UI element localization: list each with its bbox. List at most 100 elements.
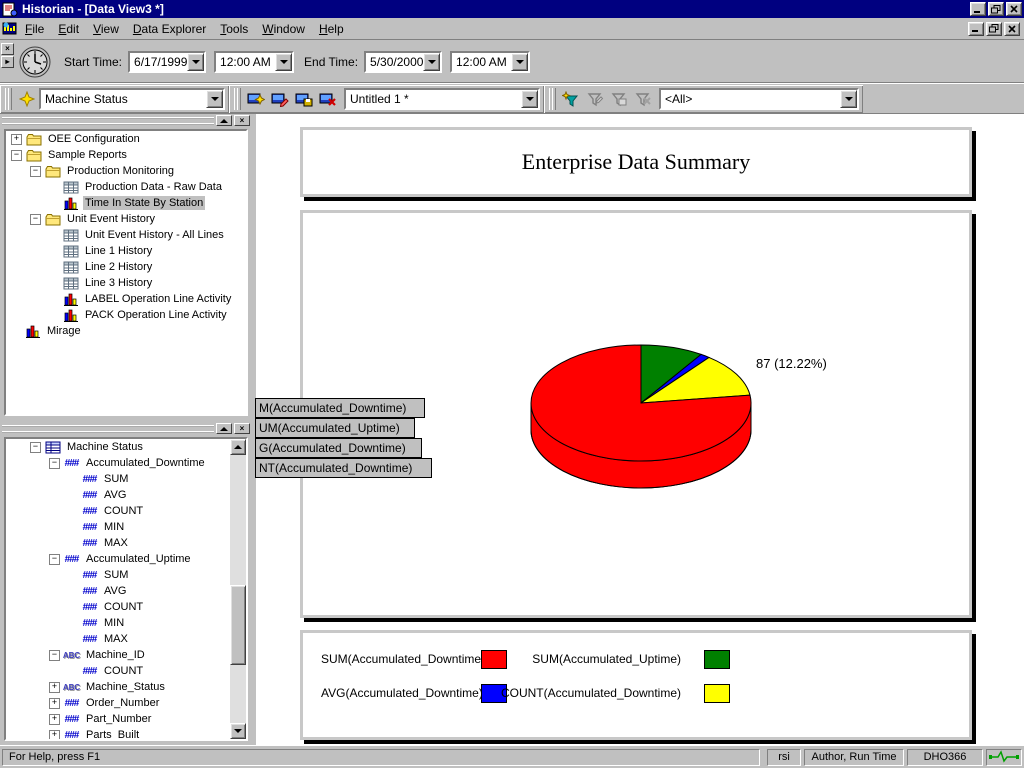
- tree-expander[interactable]: −: [30, 442, 41, 453]
- view-edit-icon[interactable]: [269, 88, 291, 110]
- tree-expander[interactable]: −: [49, 458, 60, 469]
- field-item-sum[interactable]: ### SUM: [6, 471, 246, 487]
- view-combo[interactable]: Untitled 1 *: [344, 88, 540, 110]
- tree-item-oee-configuration[interactable]: + OEE Configuration: [6, 131, 246, 147]
- field-item-count[interactable]: ### COUNT: [6, 503, 246, 519]
- chevron-down-icon[interactable]: [840, 90, 857, 108]
- view-new-icon[interactable]: [245, 88, 267, 110]
- menu-tools[interactable]: Tools: [213, 19, 255, 39]
- field-item-min[interactable]: ### MIN: [6, 519, 246, 535]
- dataset-combo[interactable]: Machine Status: [39, 88, 225, 110]
- tree-expander[interactable]: +: [49, 682, 60, 693]
- menu-window[interactable]: Window: [255, 19, 312, 39]
- close-button[interactable]: [1006, 2, 1022, 16]
- tree-item-pack-operation-line-activity[interactable]: PACK Operation Line Activity: [6, 307, 246, 323]
- menu-view[interactable]: View: [86, 19, 126, 39]
- tree-item-production-data-raw-data[interactable]: Production Data - Raw Data: [6, 179, 246, 195]
- tree-item-time-in-state-by-station[interactable]: Time In State By Station: [6, 195, 246, 211]
- filter-new-icon[interactable]: [560, 88, 582, 110]
- child-restore-button[interactable]: [986, 22, 1002, 36]
- field-item-count[interactable]: ### COUNT: [6, 599, 246, 615]
- menu-file[interactable]: File: [18, 19, 51, 39]
- toolbar-close-button[interactable]: ×: [1, 43, 14, 55]
- field-item-sum[interactable]: ### SUM: [6, 567, 246, 583]
- tree-expander[interactable]: +: [49, 730, 60, 741]
- pane-grip[interactable]: [2, 425, 214, 433]
- series-callout: G(Accumulated_Downtime): [255, 438, 422, 458]
- tree-item-sample-reports[interactable]: − Sample Reports: [6, 147, 246, 163]
- tree-item-unit-event-history-all-lines[interactable]: Unit Event History - All Lines: [6, 227, 246, 243]
- tree-expander[interactable]: −: [49, 554, 60, 565]
- end-date-combo[interactable]: 5/30/2000: [364, 51, 442, 73]
- tree-item-mirage[interactable]: Mirage: [6, 323, 246, 339]
- tree-expander[interactable]: −: [49, 650, 60, 661]
- chevron-down-icon[interactable]: [187, 53, 204, 71]
- view-delete-icon[interactable]: [317, 88, 339, 110]
- start-clock-combo[interactable]: 12:00 AM: [214, 51, 294, 73]
- view-save-icon[interactable]: [293, 88, 315, 110]
- pane-close-button[interactable]: ×: [234, 115, 250, 126]
- tree-expander[interactable]: +: [49, 698, 60, 709]
- toolbar-expand-button[interactable]: ▸: [1, 56, 14, 68]
- tree-expander[interactable]: +: [49, 714, 60, 725]
- filter-combo[interactable]: <All>: [659, 88, 859, 110]
- menu-edit[interactable]: Edit: [51, 19, 86, 39]
- field-item-accumulated-downtime[interactable]: −### Accumulated_Downtime: [6, 455, 246, 471]
- report-pane-header[interactable]: ×: [0, 114, 252, 127]
- tree-expander[interactable]: +: [11, 134, 22, 145]
- chevron-down-icon[interactable]: [521, 90, 538, 108]
- filter-edit-icon[interactable]: [584, 88, 606, 110]
- chevron-down-icon[interactable]: [275, 53, 292, 71]
- chevron-down-icon[interactable]: [206, 90, 223, 108]
- field-item-machine-status[interactable]: +ABC Machine_Status: [6, 679, 246, 695]
- start-date-combo[interactable]: 6/17/1999: [128, 51, 206, 73]
- field-item-part-number[interactable]: +### Part_Number: [6, 711, 246, 727]
- scroll-up-button[interactable]: [230, 439, 246, 455]
- chevron-down-icon[interactable]: [511, 53, 528, 71]
- field-item-accumulated-uptime[interactable]: −### Accumulated_Uptime: [6, 551, 246, 567]
- filter-save-icon[interactable]: [608, 88, 630, 110]
- title-bar: Historian - [Data View3 *]: [0, 0, 1024, 18]
- scroll-down-button[interactable]: [230, 723, 246, 739]
- menu-data-explorer[interactable]: Data Explorer: [126, 19, 213, 39]
- tree-expander[interactable]: −: [30, 214, 41, 225]
- field-item-max[interactable]: ### MAX: [6, 631, 246, 647]
- end-clock-combo[interactable]: 12:00 AM: [450, 51, 530, 73]
- tree-expander[interactable]: −: [11, 150, 22, 161]
- field-item-machine-id[interactable]: −ABC Machine_ID: [6, 647, 246, 663]
- field-item-avg[interactable]: ### AVG: [6, 583, 246, 599]
- field-item-min[interactable]: ### MIN: [6, 615, 246, 631]
- tree-item-line-2-history[interactable]: Line 2 History: [6, 259, 246, 275]
- field-item-machine-status[interactable]: − Machine Status: [6, 439, 246, 455]
- tree-item-line-3-history[interactable]: Line 3 History: [6, 275, 246, 291]
- tree-item-label-operation-line-activity[interactable]: LABEL Operation Line Activity: [6, 291, 246, 307]
- tree-item-unit-event-history[interactable]: − Unit Event History: [6, 211, 246, 227]
- toolbar-grip[interactable]: [5, 88, 12, 110]
- pane-close-button[interactable]: ×: [234, 423, 250, 434]
- field-item-max[interactable]: ### MAX: [6, 535, 246, 551]
- vertical-scrollbar[interactable]: [230, 439, 246, 739]
- pane-grip[interactable]: [2, 117, 214, 125]
- toolbar-grip[interactable]: [549, 88, 556, 110]
- child-minimize-button[interactable]: [968, 22, 984, 36]
- toolbar-grip[interactable]: [234, 88, 241, 110]
- field-item-avg[interactable]: ### AVG: [6, 487, 246, 503]
- field-item-parts-built[interactable]: +### Parts_Built: [6, 727, 246, 741]
- pane-collapse-button[interactable]: [216, 423, 232, 434]
- menu-help[interactable]: Help: [312, 19, 351, 39]
- scrollbar-thumb[interactable]: [230, 585, 246, 665]
- new-dataset-icon[interactable]: [16, 88, 38, 110]
- pane-collapse-button[interactable]: [216, 115, 232, 126]
- filter-delete-icon[interactable]: [632, 88, 654, 110]
- tree-item-production-monitoring[interactable]: − Production Monitoring: [6, 163, 246, 179]
- fields-pane-header[interactable]: ×: [0, 422, 252, 435]
- restore-button[interactable]: [988, 2, 1004, 16]
- tree-item-line-1-history[interactable]: Line 1 History: [6, 243, 246, 259]
- minimize-button[interactable]: [970, 2, 986, 16]
- field-item-count[interactable]: ### COUNT: [6, 663, 246, 679]
- chevron-down-icon[interactable]: [423, 53, 440, 71]
- clock-icon[interactable]: [17, 44, 53, 80]
- child-close-button[interactable]: [1004, 22, 1020, 36]
- field-item-order-number[interactable]: +### Order_Number: [6, 695, 246, 711]
- tree-expander[interactable]: −: [30, 166, 41, 177]
